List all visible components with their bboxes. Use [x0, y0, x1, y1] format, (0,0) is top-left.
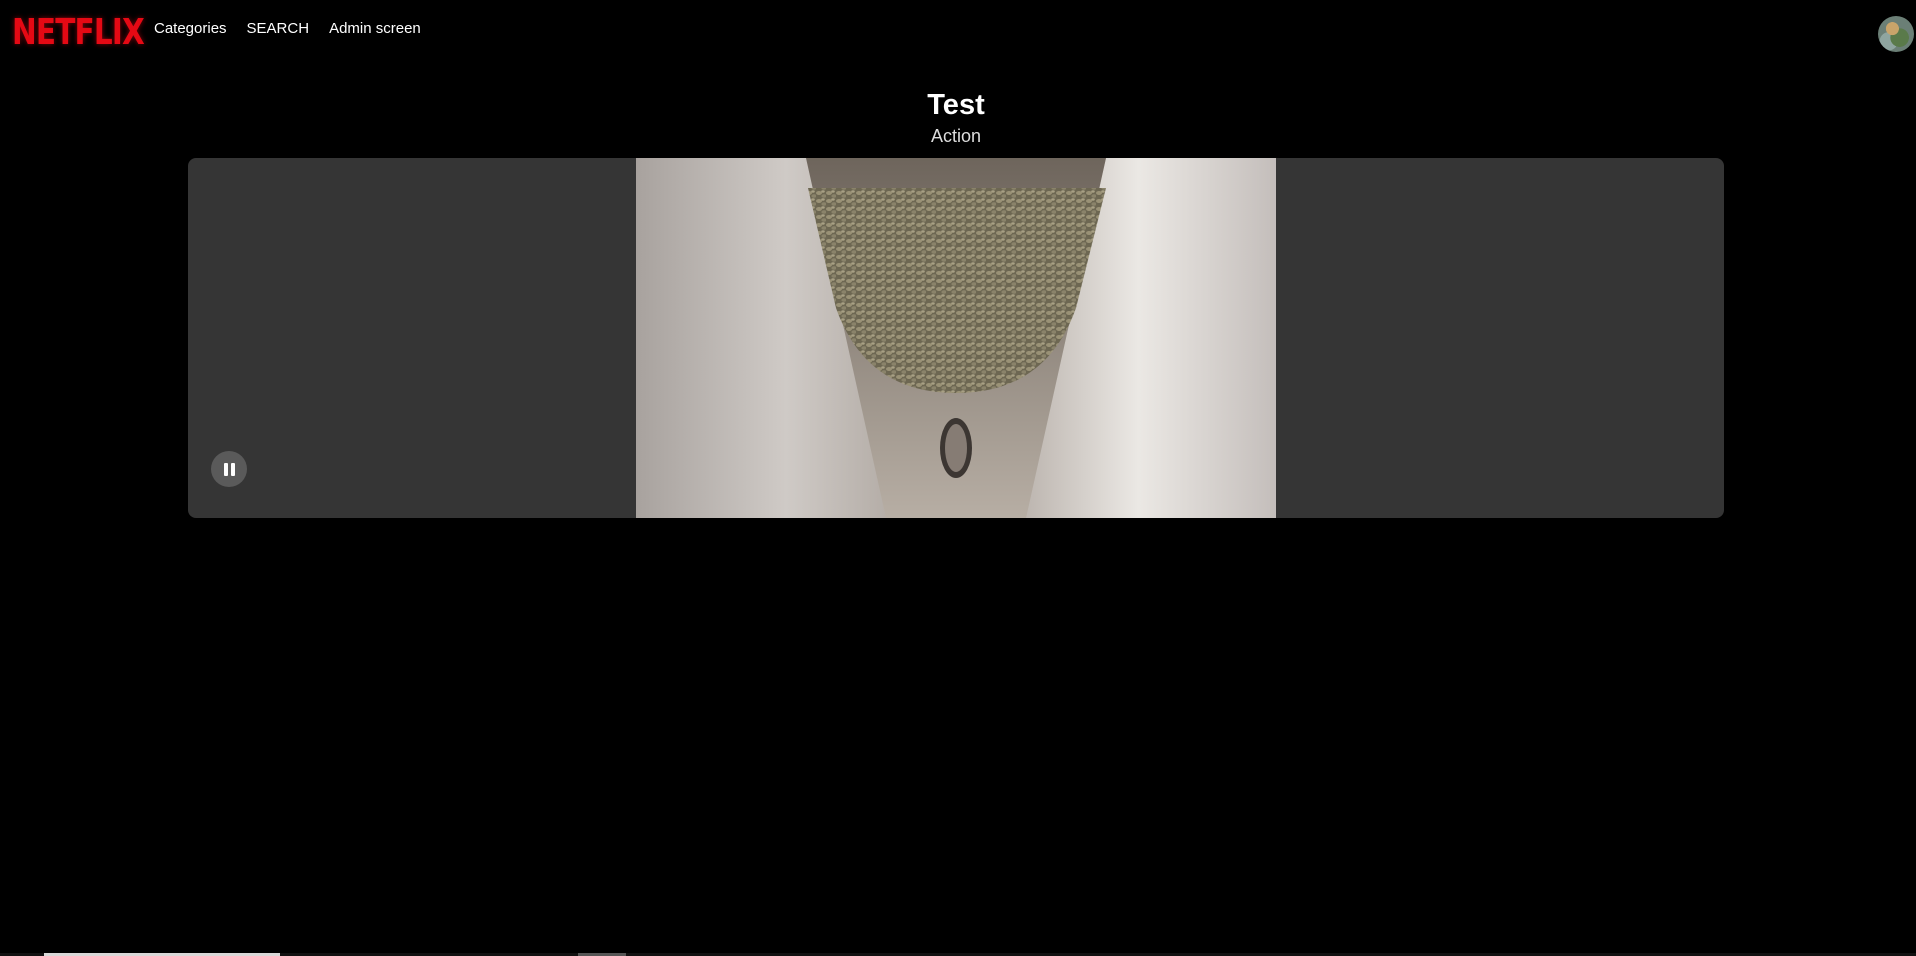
video-player[interactable] — [188, 158, 1724, 518]
pause-button[interactable] — [211, 451, 247, 487]
pause-icon — [223, 462, 228, 476]
nav-link-search[interactable]: SEARCH — [247, 20, 310, 37]
nav-link-categories[interactable]: Categories — [154, 20, 227, 37]
video-frame-image — [636, 158, 1276, 518]
top-navbar: NETFLIX Categories SEARCH Admin screen — [0, 0, 1916, 62]
video-frame[interactable] — [636, 158, 1276, 518]
video-header: Test Action — [0, 88, 1912, 147]
video-genre: Action — [930, 126, 982, 146]
nav-link-admin-screen[interactable]: Admin screen — [329, 20, 421, 37]
netflix-logo[interactable]: NETFLIX — [12, 12, 145, 53]
user-avatar[interactable] — [1878, 16, 1914, 52]
video-title: Test — [927, 89, 985, 121]
nav-links: Categories SEARCH Admin screen — [154, 20, 421, 37]
